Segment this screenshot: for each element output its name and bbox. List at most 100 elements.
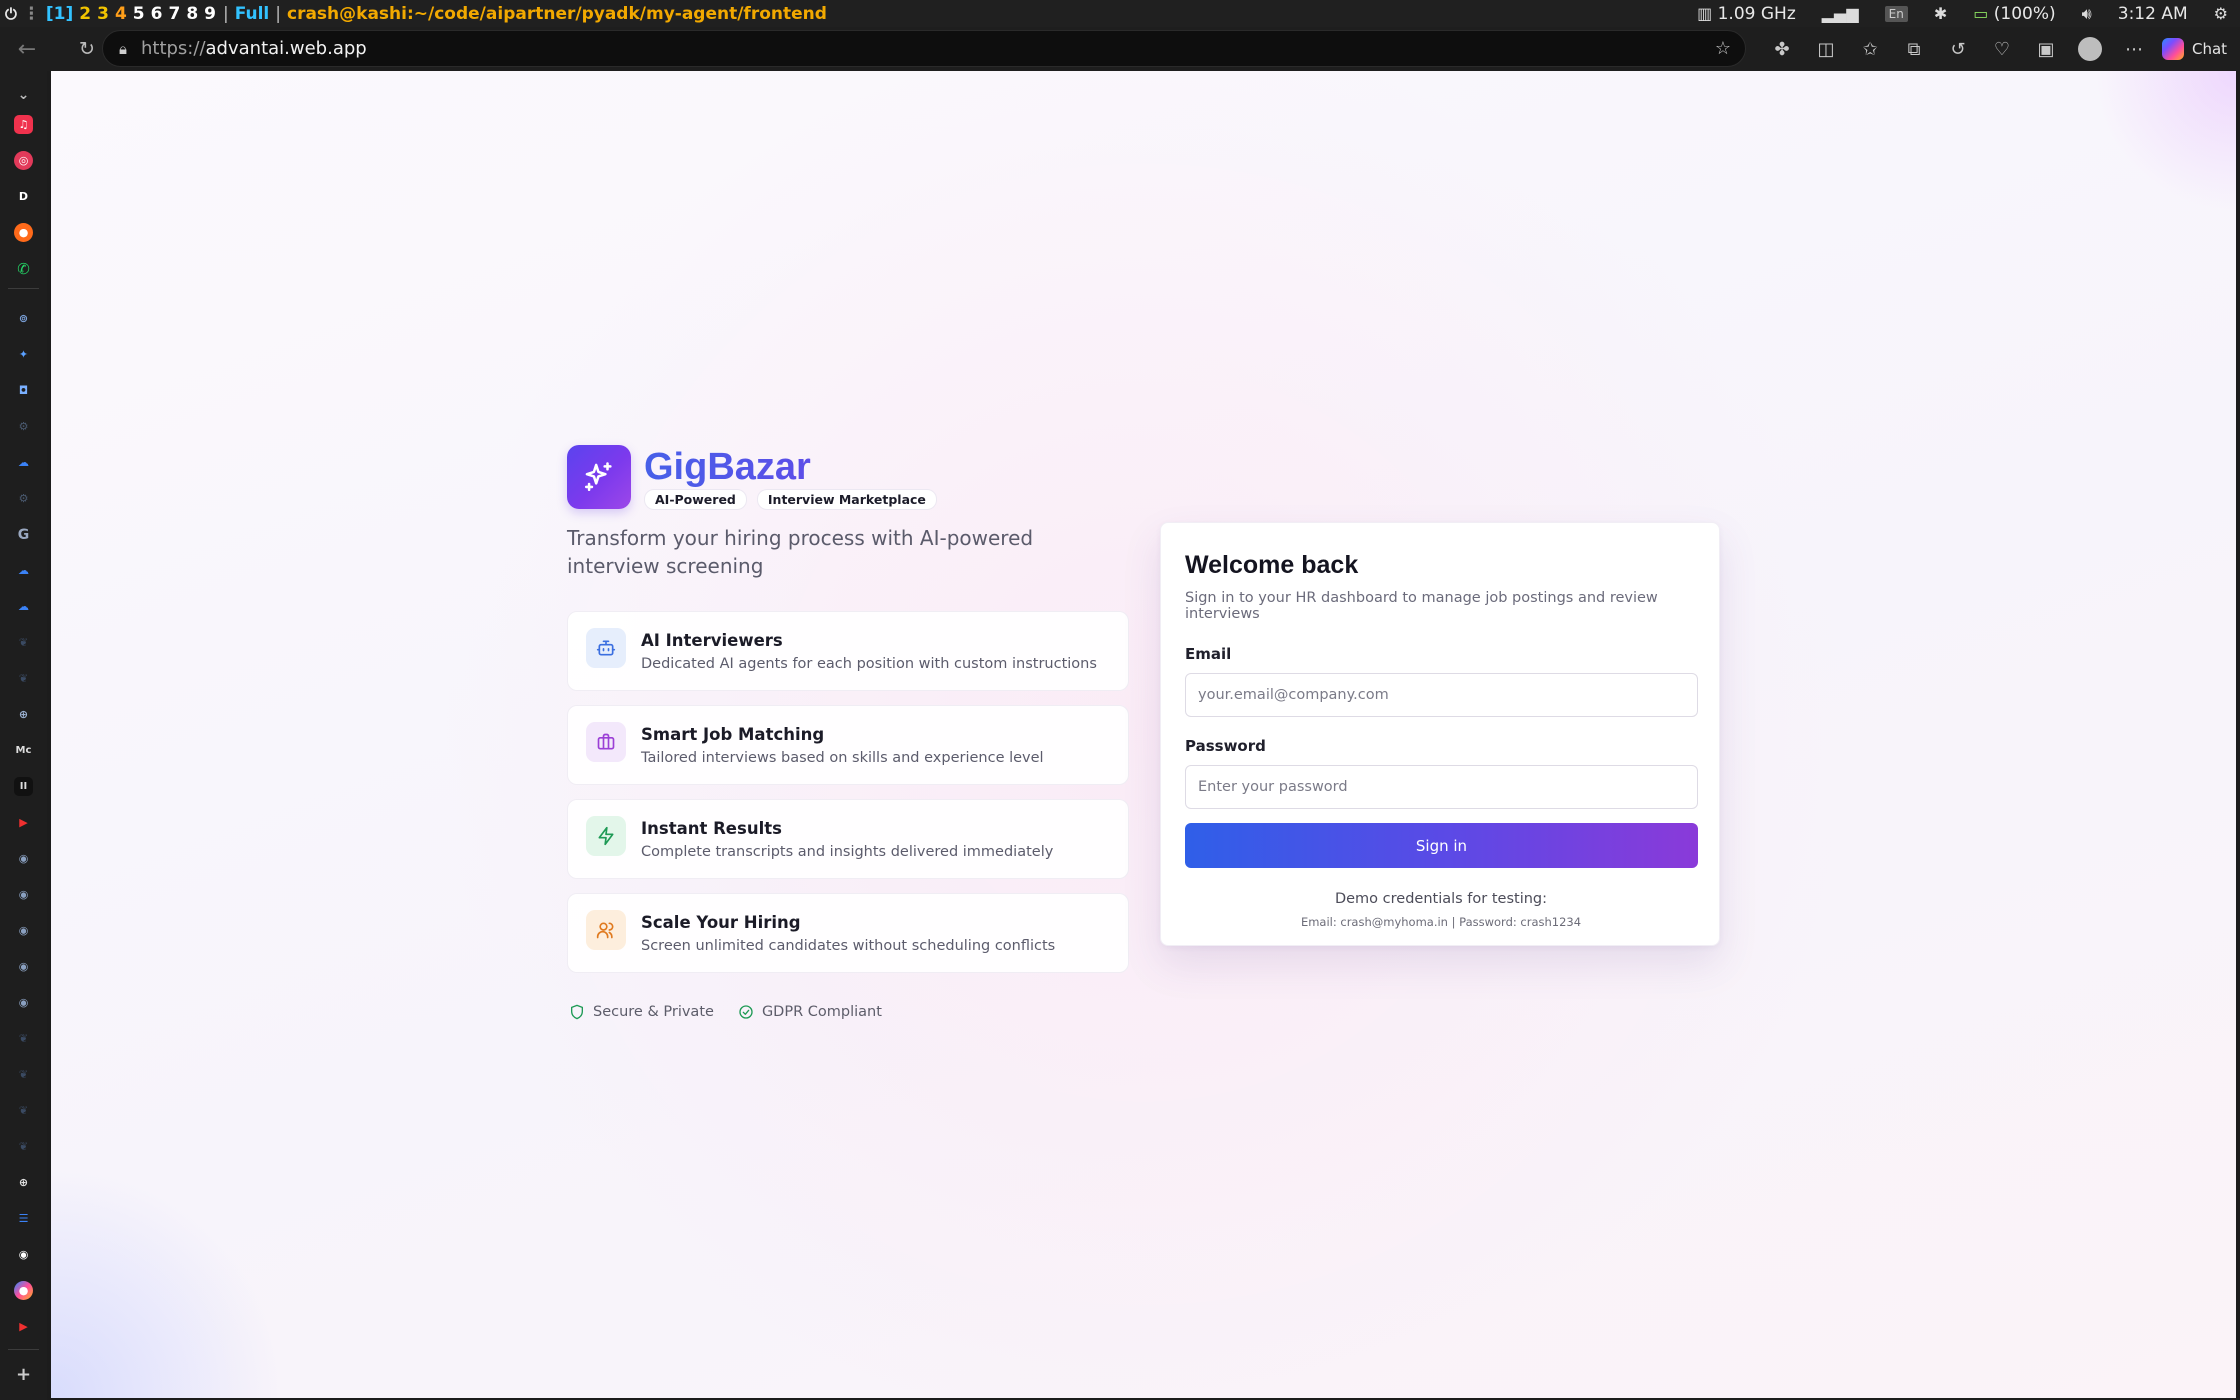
split-screen-icon[interactable]: ◫ [1804, 39, 1848, 60]
history-icon[interactable]: ↺ [1936, 39, 1980, 60]
brand-badges: AI-Powered Interview Marketplace [644, 489, 937, 510]
youtube-icon[interactable]: ▶ [14, 813, 33, 832]
github-icon-4[interactable]: ◉ [14, 957, 33, 976]
app-icon-compass[interactable]: ⊚ [14, 309, 33, 328]
collections-icon[interactable]: ⧉ [1892, 39, 1936, 60]
globe-icon-2[interactable]: ⊕ [14, 1173, 33, 1192]
whatsapp-icon[interactable]: ✆ [14, 259, 33, 278]
badge-ai-powered: AI-Powered [644, 489, 747, 510]
app-icon-d[interactable]: D [14, 187, 33, 206]
trust-item: Secure & Private [569, 1004, 714, 1020]
app-icon-dim[interactable]: ❦ [14, 669, 33, 688]
github-icon-5[interactable]: ◉ [14, 993, 33, 1012]
youtube-icon-2[interactable]: ▶ [14, 1317, 33, 1336]
login-title: Welcome back [1185, 551, 1359, 579]
login-card: Welcome back Sign in to your HR dashboar… [1160, 522, 1720, 946]
app-icon-multicolor[interactable]: ● [14, 1281, 33, 1300]
globe-icon[interactable]: ⊕ [14, 705, 33, 724]
app-icon-red-circle[interactable]: ◎ [14, 151, 33, 170]
app-icon-flame[interactable]: ● [14, 223, 33, 242]
shield-icon [571, 1004, 583, 1020]
workspace-4[interactable]: 4 [114, 4, 128, 24]
workspace-1[interactable]: [1] [45, 4, 74, 24]
users-icon [586, 910, 626, 950]
separator: | [223, 3, 229, 24]
cloud-drive-icon-3[interactable]: ☁ [14, 597, 33, 616]
cloud-drive-icon[interactable]: ☁ [14, 453, 33, 472]
github-icon-2[interactable]: ◉ [14, 885, 33, 904]
github-icon-6[interactable]: ◉ [14, 1245, 33, 1264]
trust-label: GDPR Compliant [761, 1004, 882, 1020]
email-field[interactable] [1185, 673, 1698, 717]
app-icon-gear-dim[interactable]: ⚙ [14, 417, 33, 436]
system-tray: ▥ 1.09 GHz ▂▄▆ En ✱ ▭ (100%) 🔊︎ 3:12 AM … [1697, 0, 2240, 27]
password-label: Password [1185, 737, 1266, 755]
demo-credentials: Email: crash@myhoma.in | Password: crash… [1300, 915, 1582, 929]
workspace-7[interactable]: 7 [167, 4, 181, 24]
favorite-star-icon[interactable]: ☆ [1715, 38, 1731, 59]
bolt-icon [586, 816, 626, 856]
address-bar[interactable]: 🔒︎ https://advantai.web.app ☆ [102, 30, 1746, 67]
login-page: GigBazar AI-Powered Interview Marketplac… [51, 71, 2236, 1398]
tagline: Transform your hiring process with AI-po… [567, 526, 1034, 578]
app-icon-g[interactable]: G [14, 525, 33, 544]
email-label: Email [1185, 645, 1232, 663]
clock: 3:12 AM [2117, 3, 2188, 24]
extension-puzzle-icon[interactable]: ✤ [1760, 39, 1804, 60]
collapse-chevron-icon[interactable]: ⌄ [14, 85, 33, 104]
app-icon-dim-2[interactable]: ❦ [14, 1029, 33, 1048]
workspace-9[interactable]: 9 [203, 4, 217, 24]
app-icon-gear-dim-2[interactable]: ⚙ [14, 489, 33, 508]
trust-label: Secure & Private [593, 1004, 714, 1020]
music-app-icon[interactable]: ♫ [14, 115, 33, 134]
github-icon-3[interactable]: ◉ [14, 921, 33, 940]
settings-gear-icon[interactable]: ⚙ [2214, 4, 2228, 23]
sparkles-logo-icon [567, 445, 631, 509]
cpu-indicator: ▥ 1.09 GHz [1697, 3, 1796, 24]
favorites-icon[interactable]: ✩ [1848, 39, 1892, 60]
app-icon-dim-3[interactable]: ❦ [14, 1065, 33, 1084]
back-button[interactable]: ← [16, 37, 38, 62]
sign-in-button[interactable]: Sign in [1185, 823, 1698, 868]
window-title: crash@kashi:~/code/aipartner/pyadk/my-ag… [287, 3, 827, 24]
workspace-6[interactable]: 6 [150, 4, 164, 24]
app-icon-square[interactable]: ◘ [14, 381, 33, 400]
github-icon[interactable]: ◉ [14, 849, 33, 868]
check-circle-icon [739, 1005, 753, 1019]
network-signal-icon[interactable]: ▂▄▆ [1822, 4, 1859, 23]
profile-avatar[interactable] [2078, 37, 2102, 61]
app-icon-ii[interactable]: II [14, 777, 33, 796]
list-icon[interactable]: ☰ [14, 1209, 33, 1228]
password-field[interactable] [1185, 765, 1698, 809]
browser-essentials-icon[interactable]: ♡ [1980, 39, 2024, 60]
separator: | [275, 3, 281, 24]
badge-interview-marketplace: Interview Marketplace [756, 489, 937, 510]
brand-name: GigBazar [644, 445, 937, 489]
layout-mode: Full [234, 3, 270, 24]
app-icon-leaf[interactable]: ❦ [14, 633, 33, 652]
bluetooth-icon[interactable]: ✱ [1934, 4, 1947, 23]
sidebar-divider [8, 288, 39, 289]
volume-icon[interactable]: 🔊︎ [2082, 4, 2092, 24]
screen-cast-icon[interactable]: ▣ [2024, 39, 2068, 60]
reload-button[interactable]: ↻ [76, 38, 98, 60]
app-icon-star[interactable]: ✦ [14, 345, 33, 364]
workspace-3[interactable]: 3 [96, 4, 110, 24]
app-icon-dim-5[interactable]: ❦ [14, 1137, 33, 1156]
add-sidebar-app-icon[interactable]: + [14, 1364, 33, 1385]
cloud-drive-icon-2[interactable]: ☁ [14, 561, 33, 580]
workspace-5[interactable]: 5 [132, 4, 146, 24]
keyboard-layout[interactable]: En [1884, 5, 1908, 22]
app-icon-mc[interactable]: Mc [14, 741, 33, 760]
feature-title: Smart Job Matching [641, 725, 825, 744]
url-text[interactable]: https://advantai.web.app [141, 38, 367, 59]
trust-item: GDPR Compliant [738, 1004, 882, 1020]
feature-list: AI Interviewers Dedicated AI agents for … [567, 611, 1129, 987]
feature-description: Dedicated AI agents for each position wi… [641, 656, 1097, 672]
workspace-2[interactable]: 2 [78, 4, 92, 24]
app-icon-dim-4[interactable]: ❦ [14, 1101, 33, 1120]
copilot-chat-button[interactable]: Chat [2162, 38, 2227, 60]
workspace-8[interactable]: 8 [185, 4, 199, 24]
lock-icon: 🔒︎ [119, 39, 127, 58]
more-menu-icon[interactable]: ⋯ [2112, 39, 2156, 60]
